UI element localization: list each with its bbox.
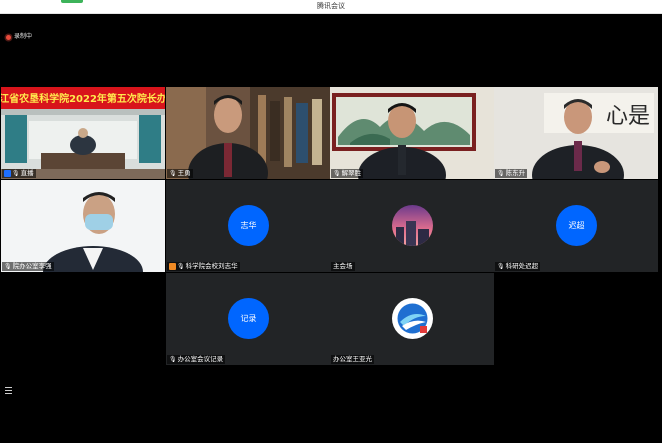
- video-tile-participant[interactable]: 主会场: [330, 180, 494, 272]
- participant-label: 办公室王亚光: [331, 355, 374, 364]
- participant-name: 科学院会校刘志华: [185, 262, 238, 270]
- participant-avatar: 迟超: [556, 205, 597, 246]
- microphone-icon: 🎙: [12, 170, 20, 177]
- video-tile-participant[interactable]: 迟超 🎙 科研处迟超: [494, 180, 658, 272]
- video-tile-participant[interactable]: 🎙 院办公室李强: [1, 180, 165, 272]
- microphone-icon: 🎙: [169, 356, 177, 363]
- participant-name: 陈东升: [505, 169, 526, 177]
- participant-video: [166, 87, 330, 179]
- logo-avatar-image: [392, 298, 433, 339]
- title-bar: 腾讯会议: [0, 0, 662, 14]
- microphone-icon: 🎙: [4, 263, 12, 270]
- menu-icon[interactable]: [5, 379, 12, 394]
- participant-label: 🎙 科研处迟超: [495, 262, 541, 271]
- participant-name: 解翠胜: [341, 169, 362, 177]
- video-tile-participant[interactable]: 办公室王亚光: [330, 273, 494, 365]
- meeting-banner: 黑龙江省农垦科学院2022年第五次院长办公会: [1, 92, 165, 105]
- recording-label: 录制中: [14, 33, 33, 40]
- scenery-avatar-image: [392, 205, 433, 246]
- participant-label: 🎙 科学院会校刘志华: [167, 262, 240, 271]
- app-title: 腾讯会议: [317, 2, 345, 10]
- participant-avatar: 志华: [228, 205, 269, 246]
- microphone-icon: 🎙: [497, 170, 505, 177]
- participant-name: 王勇: [177, 169, 191, 177]
- participant-name: 主会场: [333, 262, 353, 270]
- participant-video: [1, 180, 165, 272]
- microphone-icon: 🎙: [177, 263, 185, 270]
- video-tile-participant[interactable]: 记录 🎙 办公室会议记录: [166, 273, 330, 365]
- video-tile-live[interactable]: 黑龙江省农垦科学院2022年第五次院长办公会 🎙 直播: [1, 87, 165, 179]
- video-tile-participant[interactable]: 心是 🎙 陈东升: [494, 87, 658, 179]
- microphone-icon: 🎙: [333, 170, 341, 177]
- microphone-icon: 🎙: [169, 170, 177, 177]
- participant-label: 🎙 院办公室李强: [2, 262, 54, 271]
- participant-avatar: [392, 298, 433, 339]
- participant-label: 🎙 直播: [2, 169, 36, 178]
- participant-name: 办公室王亚光: [333, 355, 372, 363]
- participant-label: 🎙 王勇: [167, 169, 193, 178]
- video-tile-participant[interactable]: 志华 🎙 科学院会校刘志华: [166, 180, 330, 272]
- calligraphy-art: 心是: [606, 104, 650, 129]
- recording-indicator[interactable]: 录制中: [6, 32, 32, 42]
- participant-name: 院办公室李强: [12, 262, 52, 270]
- participant-label: 🎙 办公室会议记录: [167, 355, 226, 364]
- participant-label: 🎙 陈东升: [495, 169, 528, 178]
- host-icon: [169, 263, 176, 270]
- live-icon: [4, 170, 11, 177]
- microphone-icon: 🎙: [497, 263, 505, 270]
- participant-label: 🎙 解翠胜: [331, 169, 364, 178]
- participant-name: 科研处迟超: [505, 262, 539, 270]
- participant-video: [330, 87, 494, 179]
- participant-name: 办公室会议记录: [177, 355, 224, 363]
- record-icon: [6, 34, 11, 40]
- bottom-edge: [0, 437, 662, 443]
- participant-name: 直播: [20, 169, 34, 177]
- participant-avatar: 记录: [228, 298, 269, 339]
- live-stream-video: 黑龙江省农垦科学院2022年第五次院长办公会: [1, 87, 165, 179]
- participant-label: 主会场: [331, 262, 355, 271]
- participant-avatar: [392, 205, 433, 246]
- participant-video: 心是: [494, 87, 658, 179]
- video-tile-participant[interactable]: 🎙 王勇: [166, 87, 330, 179]
- video-tile-participant[interactable]: 🎙 解翠胜: [330, 87, 494, 179]
